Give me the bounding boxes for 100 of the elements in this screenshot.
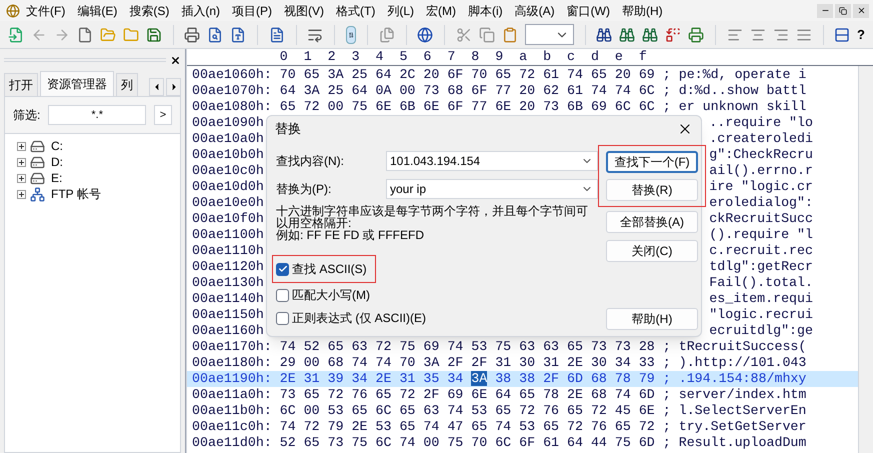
menu-item[interactable]: 文件(F) — [26, 2, 66, 20]
panel-tab[interactable]: 资源管理器 — [40, 71, 114, 96]
hex-byte[interactable]: 2E — [280, 371, 296, 386]
hex-byte[interactable]: 79 — [638, 371, 655, 386]
hex-byte[interactable]: 34 — [447, 371, 464, 386]
tree-item[interactable]: FTP 帐号 — [51, 185, 101, 203]
address-label: 00ae1140h — [192, 291, 264, 307]
hex-row[interactable]: 00ae1060h: 70 65 3A 25 64 2C 20 6F 70 65 72 61 74 65 20 69 ; pe:%d, operate i — [187, 67, 858, 83]
dialog-button[interactable]: 替换(R) — [606, 179, 698, 201]
hex-byte[interactable]: 68 — [590, 371, 607, 386]
checkbox-label[interactable]: 匹配大小写(M) — [292, 286, 370, 304]
font-icon[interactable] — [230, 26, 246, 42]
dialog-button[interactable]: 全部替换(A) — [606, 211, 698, 233]
print-icon[interactable] — [688, 26, 704, 42]
ascii-text: ecruitdlg":ge — [709, 323, 813, 339]
find-next-icon[interactable] — [642, 26, 658, 42]
new-file-icon[interactable] — [77, 26, 93, 42]
expand-icon[interactable] — [17, 142, 26, 150]
restore-icon[interactable] — [839, 6, 847, 14]
hex-row[interactable]: 00ae1170h: 74 52 65 63 72 75 69 74 53 75 63 63 65 73 73 28 ; tRecruitSuccess( — [187, 339, 858, 355]
menu-item[interactable]: 格式(T) — [336, 2, 376, 20]
expand-icon[interactable] — [17, 190, 26, 198]
hex-byte[interactable]: 31 — [304, 371, 320, 386]
scroll-right-button[interactable] — [166, 78, 181, 96]
align-right-icon[interactable] — [772, 26, 789, 42]
column-header: 6 — [423, 49, 432, 64]
align-center-icon[interactable] — [750, 26, 766, 42]
filter-field[interactable]: *.* — [48, 105, 146, 125]
find-icon[interactable] — [596, 26, 612, 42]
hex-row[interactable]: 00ae1080h: 65 72 00 75 6E 6B 6E 6F 77 6E 20 73 6B 69 6C 6C ; er unknown skill — [187, 99, 858, 115]
hex-byte[interactable]: 2E — [376, 371, 392, 386]
tree-item[interactable]: D: — [51, 153, 63, 171]
menu-item[interactable]: 编辑(E) — [77, 2, 118, 20]
find-previous-icon[interactable] — [619, 26, 636, 42]
menu-item[interactable]: 列(L) — [387, 2, 414, 20]
tree-item[interactable]: C: — [51, 137, 63, 155]
hex-row[interactable]: 00ae11a0h: 73 65 72 76 65 72 2F 69 6E 64 65 78 2E 68 74 6D ; server/index.htm — [187, 387, 858, 403]
globe-icon[interactable] — [417, 26, 434, 42]
expand-icon[interactable] — [17, 158, 26, 166]
save-icon[interactable] — [146, 26, 162, 42]
print-preview-icon[interactable] — [207, 26, 224, 42]
tree-item[interactable]: E: — [51, 169, 62, 187]
paste-icon[interactable] — [502, 26, 518, 42]
hex-byte[interactable]: 6D — [567, 371, 583, 386]
menu-item[interactable]: 脚本(i) — [468, 2, 503, 20]
align-justify-icon[interactable] — [796, 26, 812, 42]
dialog-button[interactable]: 查找下一个(F) — [606, 151, 698, 173]
menu-item[interactable]: 帮助(H) — [622, 2, 663, 20]
menu-item[interactable]: 视图(V) — [284, 2, 324, 20]
close-icon[interactable] — [856, 6, 866, 15]
wrap-icon[interactable] — [307, 26, 324, 42]
checkbox[interactable] — [276, 312, 289, 324]
dialog-button[interactable]: 帮助(H) — [606, 308, 698, 330]
checkbox[interactable] — [276, 288, 289, 302]
checkbox-label[interactable]: 正则表达式 (仅 ASCII)(E) — [292, 309, 426, 327]
expand-icon[interactable] — [17, 174, 26, 182]
restore-button[interactable] — [835, 4, 851, 18]
hex-byte[interactable]: 38 — [519, 371, 536, 386]
menu-item[interactable]: 搜索(S) — [129, 2, 170, 20]
hex-row[interactable]: 00ae11d0h: 52 65 73 75 6C 74 00 75 70 6C 6F 61 64 44 75 6D ; Result.uploadDum — [187, 435, 858, 451]
menu-item[interactable]: 插入(n) — [181, 2, 220, 20]
menu-item[interactable]: 宏(M) — [426, 2, 456, 20]
print-icon[interactable] — [184, 26, 200, 42]
align-left-icon[interactable] — [726, 26, 743, 42]
scrollbar[interactable] — [858, 66, 873, 453]
address-label: 00ae1160h — [192, 323, 264, 339]
checkbox-label[interactable]: 查找 ASCII(S) — [292, 260, 367, 278]
replace-icon[interactable] — [665, 26, 682, 42]
panel-tab[interactable]: 打开 — [4, 73, 38, 96]
hex-row[interactable]: 00ae1180h: 29 00 68 74 74 70 3A 2F 2F 31 30 31 2E 30 34 33 ; ).http://101.043 — [187, 355, 858, 371]
combo-field[interactable]: your ip — [386, 179, 598, 199]
hex-row[interactable]: 00ae11b0h: 6C 00 53 65 6C 65 63 74 53 65 72 76 65 72 45 6E ; l.SelectServerEn — [187, 403, 858, 419]
hex-row[interactable]: 00ae11c0h: 74 72 79 2E 53 65 74 47 65 74 53 65 72 76 65 72 ; try.SetGetServer — [187, 419, 858, 435]
document-icon[interactable] — [268, 26, 285, 42]
hex-row[interactable]: 00ae1070h: 64 3A 25 64 0A 00 73 68 6F 77 20 62 61 74 74 6C ; d:%d..show battl — [187, 83, 858, 99]
menu-item[interactable]: 高级(A) — [514, 2, 555, 20]
import-icon[interactable] — [8, 26, 24, 42]
apply-filter-button[interactable]: > — [154, 105, 172, 125]
scroll-left-button[interactable] — [149, 78, 164, 96]
split-view-icon[interactable] — [834, 26, 850, 42]
close-button[interactable] — [853, 4, 869, 18]
ascii-text: ckRecruitSucc — [709, 211, 813, 227]
hex-byte[interactable]: 31 — [399, 371, 416, 386]
hex-byte[interactable]: 34 — [352, 371, 368, 386]
dialog-button[interactable]: 关闭(C) — [606, 240, 698, 262]
close-icon[interactable] — [170, 54, 181, 66]
hex-byte[interactable]: 2F — [543, 371, 560, 386]
hex-byte[interactable]: 78 — [614, 371, 631, 386]
checkbox[interactable] — [276, 262, 289, 276]
combo-field[interactable]: 101.043.194.154 — [386, 151, 598, 171]
hex-byte[interactable]: 38 — [495, 371, 512, 386]
hex-byte[interactable]: 39 — [328, 371, 344, 386]
panel-tab[interactable]: 列 — [116, 73, 138, 96]
hex-mode-icon[interactable] — [346, 26, 356, 44]
hex-byte[interactable]: 35 — [423, 371, 440, 386]
menu-item[interactable]: 项目(P) — [232, 2, 272, 20]
minimize-button[interactable] — [817, 4, 833, 18]
help-icon[interactable]: ? — [856, 24, 865, 44]
drive-icon — [30, 170, 45, 186]
menu-item[interactable]: 窗口(W) — [566, 2, 610, 20]
